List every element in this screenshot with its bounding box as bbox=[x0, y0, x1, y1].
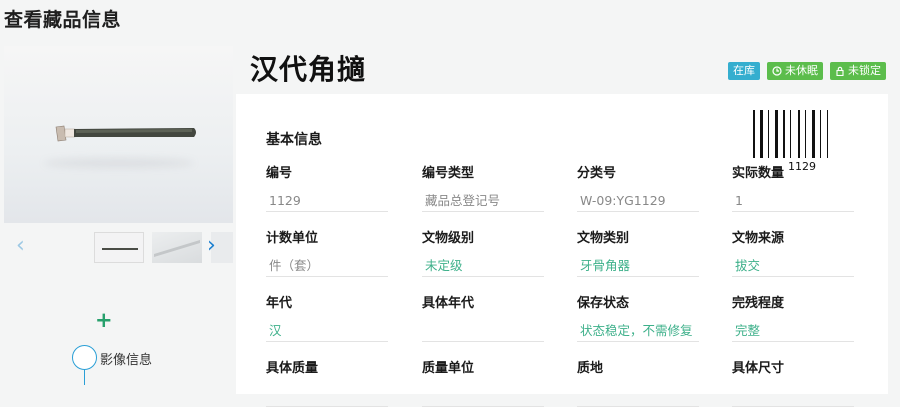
plus-icon[interactable]: + bbox=[95, 309, 113, 331]
chevron-right-icon[interactable]: › bbox=[207, 234, 216, 258]
field-value: 1129 bbox=[266, 190, 388, 212]
barcode-bar bbox=[805, 110, 806, 158]
field-value bbox=[266, 385, 388, 407]
barcode-bar bbox=[783, 110, 785, 158]
field-value bbox=[577, 385, 699, 407]
field-value bbox=[732, 385, 854, 407]
thumbnail-1-image bbox=[102, 248, 138, 250]
lock-status-label: 未锁定 bbox=[848, 64, 881, 77]
barcode-bar bbox=[775, 110, 778, 158]
lock-status-badge: 未锁定 bbox=[830, 62, 886, 80]
barcode bbox=[753, 110, 828, 158]
field-12: 具体质量 bbox=[266, 357, 388, 407]
field-label: 保存状态 bbox=[577, 296, 630, 311]
relic-main-photo[interactable] bbox=[4, 46, 233, 223]
barcode-bar bbox=[827, 110, 828, 158]
clock-icon bbox=[772, 66, 782, 76]
field-8: 年代汉 bbox=[266, 292, 388, 342]
field-value: 藏品总登记号 bbox=[422, 190, 544, 212]
field-label: 质地 bbox=[577, 361, 604, 376]
thumbnail-2-image bbox=[154, 240, 200, 257]
field-1: 编号类型藏品总登记号 bbox=[422, 162, 544, 212]
field-label: 编号 bbox=[266, 166, 293, 181]
field-label: 具体尺寸 bbox=[732, 361, 785, 376]
barcode-bar bbox=[753, 110, 755, 158]
field-value bbox=[422, 320, 544, 342]
thumbnail-1[interactable] bbox=[94, 232, 144, 263]
field-14: 质地 bbox=[577, 357, 699, 407]
field-label: 完残程度 bbox=[732, 296, 785, 311]
relic-object-image bbox=[55, 125, 196, 142]
rest-status-badge: 未休眠 bbox=[767, 62, 823, 80]
field-value bbox=[422, 385, 544, 407]
field-label: 分类号 bbox=[577, 166, 617, 181]
field-label: 编号类型 bbox=[422, 166, 475, 181]
status-badges: 在库 未休眠 未锁定 bbox=[728, 62, 886, 80]
field-value: 件（套） bbox=[266, 255, 388, 277]
field-5: 文物级别 未定级 bbox=[422, 227, 544, 277]
barcode-bar bbox=[768, 110, 769, 158]
field-9: 具体年代 bbox=[422, 292, 544, 342]
field-label: 质量单位 bbox=[422, 361, 475, 376]
field-label: 文物来源 bbox=[732, 231, 785, 246]
field-value: 汉 bbox=[266, 320, 388, 342]
thumbnail-2[interactable] bbox=[152, 232, 202, 263]
timeline-node[interactable] bbox=[72, 345, 97, 370]
field-value: 拔交 bbox=[732, 255, 854, 277]
lock-icon bbox=[836, 66, 844, 76]
field-value: 状态稳定，不需修复 bbox=[577, 320, 699, 342]
field-value: 1 bbox=[732, 190, 854, 212]
field-value: 未定级 bbox=[422, 255, 544, 277]
storage-status-badge: 在库 bbox=[728, 62, 760, 80]
field-value: 完整 bbox=[732, 320, 854, 342]
field-label: 具体年代 bbox=[422, 296, 475, 311]
barcode-bar bbox=[798, 110, 800, 158]
barcode-bar bbox=[790, 110, 791, 158]
field-label: 文物类别 bbox=[577, 231, 630, 246]
field-2: 分类号 W-09:YG1129 bbox=[577, 162, 699, 212]
field-6: 文物类别 牙骨角器 bbox=[577, 227, 699, 277]
field-label: 具体质量 bbox=[266, 361, 319, 376]
field-label: 年代 bbox=[266, 296, 293, 311]
relic-title: 汉代角擿 bbox=[250, 53, 367, 86]
section-title: 基本信息 bbox=[266, 132, 322, 148]
timeline-label[interactable]: 影像信息 bbox=[100, 349, 152, 368]
chevron-left-icon[interactable]: ‹ bbox=[16, 234, 25, 258]
barcode-bar bbox=[812, 110, 815, 158]
field-value: 牙骨角器 bbox=[577, 255, 699, 277]
field-3: 实际数量 1 bbox=[732, 162, 854, 212]
field-15: 具体尺寸 bbox=[732, 357, 854, 407]
thumbnail-carousel: ‹ › bbox=[4, 228, 233, 268]
field-13: 质量单位 bbox=[422, 357, 544, 407]
basic-info-panel: 基本信息 1129 编号 1129 编号类型 藏品总登记号 分类号 W-09:YG1129… bbox=[236, 94, 888, 407]
field-value: W-09:YG1129 bbox=[577, 190, 699, 212]
field-label: 文物级别 bbox=[422, 231, 475, 246]
field-0: 编号 1129 bbox=[266, 162, 388, 212]
page-title: 查看藏品信息 bbox=[4, 9, 122, 31]
barcode-bar bbox=[760, 110, 763, 158]
field-label: 实际数量 bbox=[732, 166, 785, 181]
field-7: 文物来源 拔交 bbox=[732, 227, 854, 277]
barcode-bar bbox=[820, 110, 821, 158]
field-4: 计数单位件（套） bbox=[266, 227, 388, 277]
field-11: 完残程度 完整 bbox=[732, 292, 854, 342]
rest-status-label: 未休眠 bbox=[785, 64, 818, 77]
field-10: 保存状态状态稳定，不需修复 bbox=[577, 292, 699, 342]
field-label: 计数单位 bbox=[266, 231, 319, 246]
storage-status-label: 在库 bbox=[733, 64, 755, 77]
